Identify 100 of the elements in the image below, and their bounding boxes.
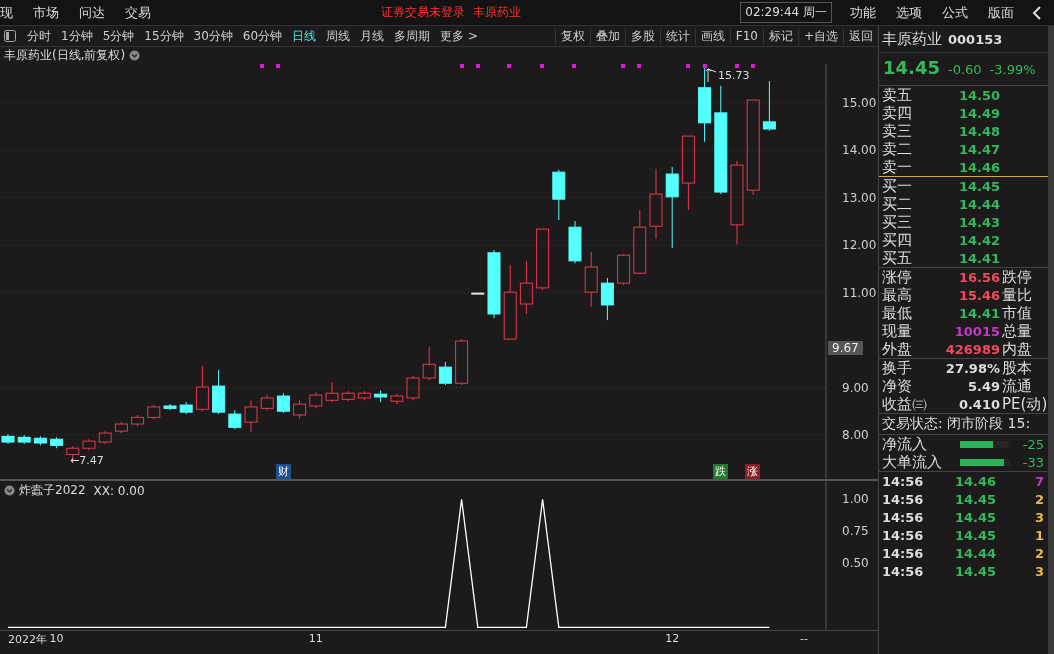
- candlestick: [276, 392, 290, 414]
- stat-label: 流通: [1002, 377, 1033, 396]
- toolbar-button[interactable]: 复权: [554, 27, 590, 45]
- tick-price: 14.44: [953, 545, 996, 561]
- order-price: 14.41: [957, 251, 1000, 266]
- date-label: 11: [308, 632, 323, 645]
- event-tag[interactable]: 跌: [713, 464, 728, 479]
- order-price: 14.43: [957, 215, 1000, 230]
- order-level-label: 卖一: [882, 158, 913, 177]
- stat-label: 换手: [882, 359, 913, 378]
- period-tab[interactable]: 1分钟: [56, 27, 98, 45]
- order-price: 14.50: [957, 88, 1000, 103]
- period-tab[interactable]: 周线: [321, 27, 356, 45]
- period-tab[interactable]: 15分钟: [139, 27, 189, 45]
- order-price: 14.42: [957, 233, 1000, 248]
- menu-item[interactable]: 选项: [886, 3, 932, 22]
- order-price: 14.45: [957, 179, 1000, 194]
- axis-label: 11.00: [842, 285, 877, 300]
- candlestick: [114, 421, 128, 434]
- period-tab[interactable]: 60分钟: [237, 27, 288, 45]
- toolbar-button[interactable]: 标记: [762, 27, 798, 45]
- axis-label: 13.00: [842, 190, 877, 205]
- candlestick: [552, 169, 566, 221]
- price-tag: 9.67: [828, 341, 863, 355]
- menu-item[interactable]: 功能: [840, 3, 886, 22]
- tick-time: 14:56: [882, 509, 925, 525]
- candlestick: [82, 438, 96, 451]
- candlestick: [309, 391, 323, 409]
- event-tag[interactable]: 涨: [745, 464, 760, 479]
- order-price: 14.49: [957, 106, 1000, 121]
- toolbar-button[interactable]: 返回: [843, 27, 878, 45]
- tick-time: 14:56: [882, 491, 925, 507]
- menu-item[interactable]: 交易: [115, 3, 161, 22]
- date-label: 12: [665, 632, 680, 645]
- candlestick: [633, 209, 647, 275]
- candlestick: [33, 435, 47, 446]
- period-tab[interactable]: 30分钟: [188, 27, 238, 45]
- order-level-label: 卖四: [882, 104, 913, 123]
- stat-label: 涨停: [882, 268, 913, 287]
- period-tab[interactable]: 5分钟: [97, 27, 140, 45]
- tick-price: 14.45: [953, 527, 996, 543]
- last-price: 14.45: [883, 57, 940, 78]
- tick-volume: 3: [1033, 563, 1044, 579]
- flow-label: 大单流入: [882, 452, 943, 472]
- stat-label: 股本: [1002, 359, 1033, 378]
- axis-label: 15.00: [842, 95, 877, 110]
- stat-value: 0.410: [957, 397, 1000, 412]
- candlestick: [131, 414, 145, 427]
- candlestick: [584, 251, 598, 308]
- tick-price: 14.45: [953, 491, 996, 507]
- order-price: 14.47: [957, 142, 1000, 157]
- tick-price: 14.45: [953, 509, 996, 525]
- axis-label: 0.50: [842, 556, 869, 571]
- toolbar-button[interactable]: 画线: [694, 27, 730, 45]
- stat-label: 总量: [1002, 322, 1033, 341]
- toolbar-button[interactable]: +自选: [797, 27, 843, 45]
- event-tag[interactable]: 财: [276, 464, 291, 479]
- menu-item[interactable]: 现: [0, 3, 23, 22]
- percent-change: -3.99%: [989, 62, 1036, 77]
- candlestick: [487, 249, 501, 319]
- order-level-label: 卖二: [882, 140, 913, 159]
- candlestick: [228, 409, 242, 430]
- menu-item[interactable]: 版面: [978, 3, 1024, 22]
- date-label: 2022年: [8, 632, 47, 647]
- toolbar-button[interactable]: 多股: [624, 27, 660, 45]
- flow-value: -25: [1021, 436, 1045, 452]
- period-tab[interactable]: 月线: [355, 27, 390, 45]
- candlestick: [471, 292, 485, 295]
- menu-item[interactable]: 问达: [69, 3, 115, 22]
- menu-item[interactable]: 市场: [23, 3, 69, 22]
- stat-value: 10015: [953, 324, 1000, 339]
- candlestick: [422, 346, 436, 381]
- chevron-down-icon[interactable]: [4, 485, 15, 496]
- stat-label: 最低: [882, 304, 913, 323]
- period-tab[interactable]: 分时: [22, 27, 56, 45]
- stat-label: 净资: [882, 377, 913, 396]
- chart-title: 丰原药业(日线,前复权): [4, 47, 126, 64]
- order-level-label: 买三: [882, 213, 913, 232]
- period-tab[interactable]: 更多 >: [435, 27, 483, 45]
- axis-label: 0.75: [842, 524, 869, 539]
- menu-item[interactable]: 公式: [932, 3, 978, 22]
- candlestick: [455, 338, 469, 386]
- axis-label: 1.00: [842, 492, 869, 507]
- indicator-name: 炸蠹子2022: [19, 482, 86, 499]
- stat-label: 市值: [1002, 304, 1033, 323]
- period-tab[interactable]: 日线: [287, 27, 322, 45]
- axis-label: 12.00: [842, 238, 877, 253]
- stat-value: 15.46: [957, 288, 1000, 303]
- toolbar-button[interactable]: F10: [729, 29, 763, 43]
- chevron-down-icon[interactable]: [129, 50, 141, 61]
- sidebar-toggle-icon[interactable]: [4, 30, 16, 42]
- candlestick: [374, 389, 388, 403]
- candlestick: [536, 228, 550, 291]
- toolbar-button[interactable]: 叠加: [589, 27, 625, 45]
- stat-value: 5.49: [966, 379, 1000, 394]
- stat-label: 外盘: [882, 340, 913, 359]
- candlestick: [600, 277, 614, 321]
- order-price: 14.46: [957, 160, 1000, 175]
- toolbar-button[interactable]: 统计: [659, 27, 695, 45]
- period-tab[interactable]: 多周期: [389, 27, 436, 45]
